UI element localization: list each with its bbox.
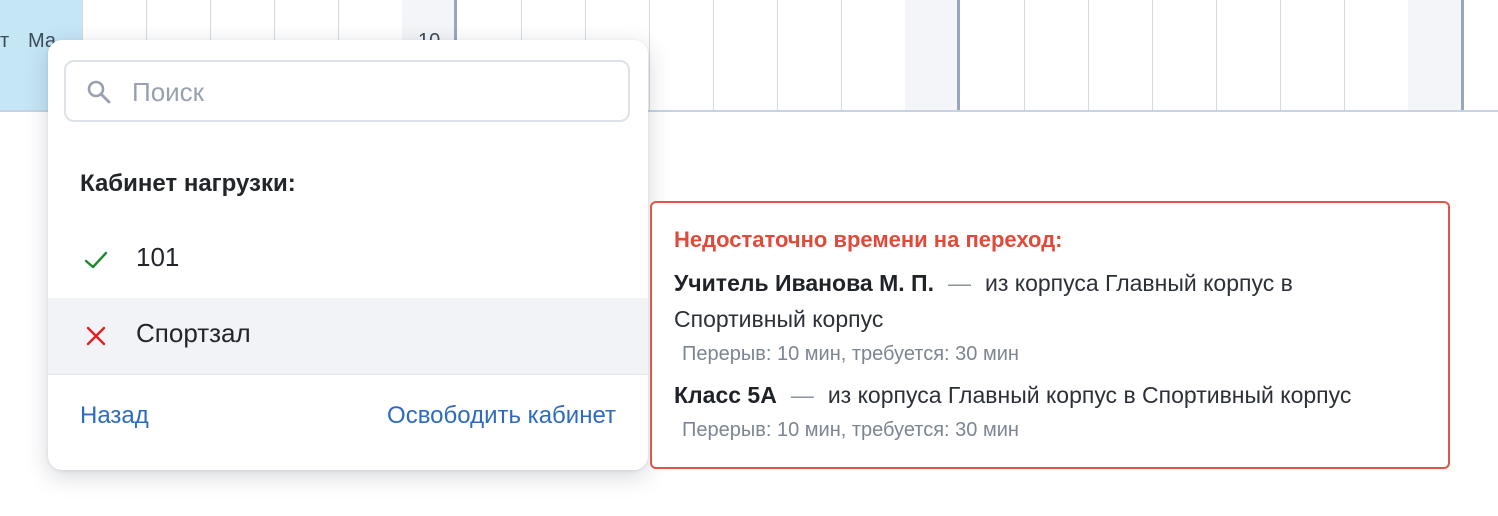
day-column[interactable]	[1024, 0, 1089, 110]
section-title: Кабинет нагрузки:	[80, 170, 296, 197]
day-column[interactable]	[777, 0, 842, 110]
divider	[48, 374, 648, 375]
search-icon	[87, 80, 111, 104]
day-column[interactable]	[1216, 0, 1281, 110]
day-column[interactable]	[0, 0, 19, 110]
room-option-sportzal[interactable]: Спортзал	[48, 298, 648, 374]
day-column[interactable]	[1280, 0, 1345, 110]
entry-subject: Класс 5А	[674, 382, 777, 408]
warning-entry-teacher-cont: Спортивный корпус	[674, 301, 883, 337]
entry-text: из корпуса Главный корпус в	[984, 270, 1293, 296]
warning-entry-teacher: Учитель Иванова М. П. — из корпуса Главный…	[674, 265, 1293, 301]
day-column[interactable]	[1152, 0, 1217, 110]
day-column-week-end[interactable]	[905, 0, 960, 110]
day-column[interactable]	[1464, 0, 1498, 110]
search-input[interactable]	[130, 72, 614, 112]
day-column[interactable]	[649, 0, 714, 110]
warning-title: Недостаточно времени на переход:	[674, 227, 1063, 252]
back-link[interactable]: Назад	[80, 402, 149, 430]
entry-detail: Перерыв: 10 мин, требуется: 30 мин	[682, 343, 1019, 365]
entry-text: из корпуса Главный корпус в Спортивный к…	[827, 382, 1352, 408]
check-icon	[84, 251, 108, 269]
entry-dash: —	[947, 270, 971, 296]
day-column[interactable]	[713, 0, 778, 110]
warning-entry-class: Класс 5А — из корпуса Главный корпус в Спо…	[674, 377, 1351, 413]
day-column[interactable]	[1344, 0, 1409, 110]
entry-detail: Перерыв: 10 мин, требуется: 30 мин	[682, 419, 1019, 441]
day-column[interactable]	[960, 0, 1025, 110]
day-column[interactable]	[1088, 0, 1153, 110]
free-room-link[interactable]: Освободить кабинет	[387, 402, 616, 430]
room-option-label: Спортзал	[136, 318, 251, 348]
room-option-label: 101	[136, 242, 180, 272]
entry-dash: —	[790, 382, 814, 408]
day-header-label: т	[0, 30, 10, 52]
entry-subject: Учитель Иванова М. П.	[674, 270, 934, 296]
cross-icon	[86, 326, 106, 346]
transfer-warning: Недостаточно времени на переход: Учитель…	[650, 201, 1450, 469]
room-option-101[interactable]: 101	[48, 222, 648, 298]
day-column-week-end[interactable]	[1408, 0, 1464, 110]
entry-text: Спортивный корпус	[674, 306, 884, 332]
search-box[interactable]	[64, 60, 630, 122]
day-column[interactable]	[841, 0, 906, 110]
room-select-popover: Кабинет нагрузки: 101 Спортзал Назад Осв…	[48, 40, 648, 470]
